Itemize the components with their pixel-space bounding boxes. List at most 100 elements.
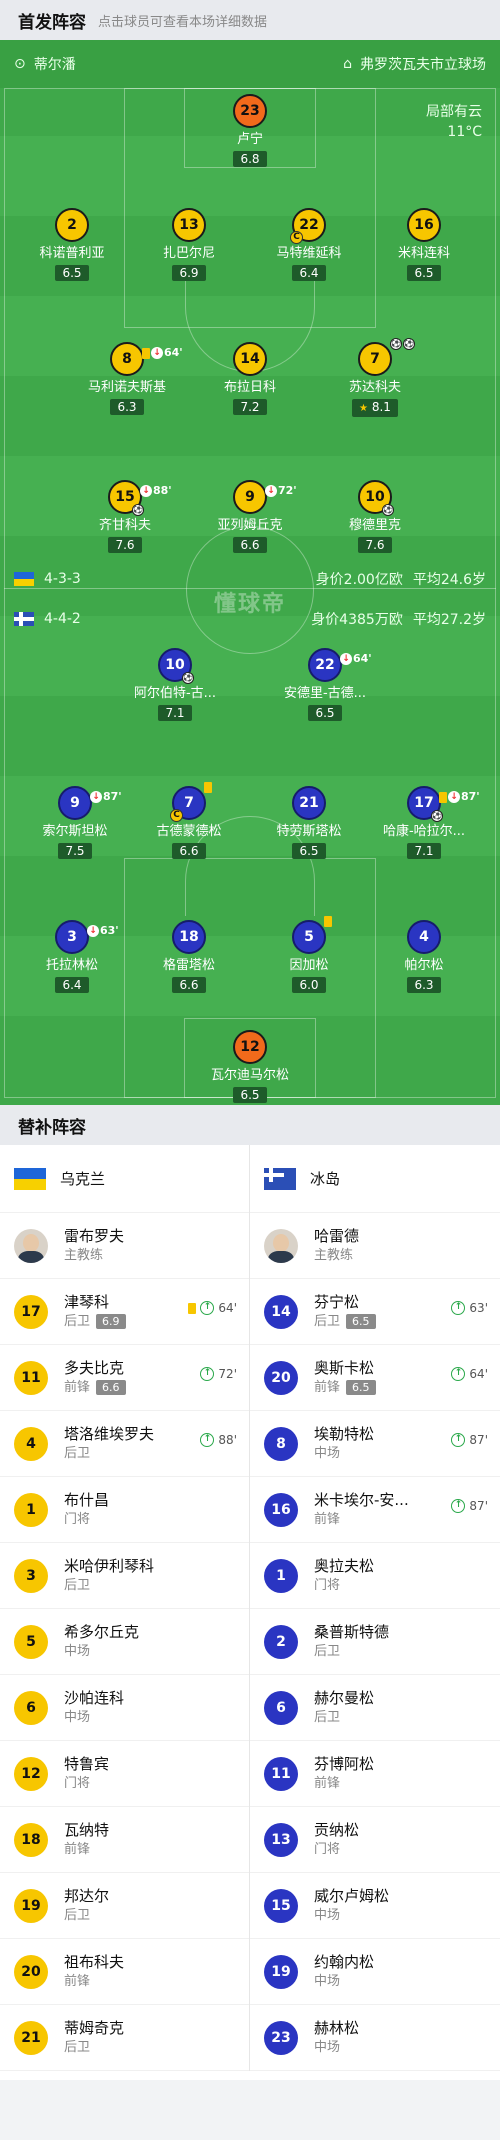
player-name: 邦达尔 <box>64 1886 110 1905</box>
player-name: 埃勒特松 <box>314 1424 375 1443</box>
player-ua-9[interactable]: 9 ↓ 72' 亚列姆丘克 6.6 <box>185 480 315 553</box>
player-ua-16[interactable]: 16 米科连科 6.5 <box>359 208 489 281</box>
coach-row[interactable]: 哈雷德 主教练 <box>250 1213 500 1279</box>
player-rating: 6.5 <box>308 705 342 721</box>
player-number: 17 <box>14 1294 48 1329</box>
player-name: 苏达科夫 <box>348 380 401 395</box>
sub-player-row[interactable]: 5 希多尔丘克 中场 <box>0 1609 249 1675</box>
player-ua-7[interactable]: 7 ⚽ ⚽ 苏达科夫 ★ 8.1 <box>310 338 440 417</box>
coach-row[interactable]: 雷布罗夫 主教练 <box>0 1213 249 1279</box>
player-position: 前锋 <box>314 1511 341 1527</box>
player-is-5[interactable]: 5 因加松 6.0 <box>244 916 374 993</box>
player-rating: 6.5 <box>55 265 89 281</box>
sub-out-icon: ↓ <box>265 485 277 497</box>
sub-player-row[interactable]: 11 多夫比克 前锋 6.6 ↑ 72' <box>0 1345 249 1411</box>
sub-player-row[interactable]: 20 祖布科夫 前锋 <box>0 1939 249 2005</box>
sub-player-row[interactable]: 11 芬博阿松 前锋 <box>250 1741 500 1807</box>
player-number: 18 <box>172 920 206 954</box>
sub-player-row[interactable]: 13 贡纳松 门将 <box>250 1807 500 1873</box>
player-rating: 7.1 <box>158 705 192 721</box>
sub-player-row[interactable]: 6 赫尔曼松 后卫 <box>250 1675 500 1741</box>
sub-player-row[interactable]: 16 米卡埃尔-安... 前锋 ↑ 87' <box>250 1477 500 1543</box>
player-number: 9 <box>245 489 255 505</box>
player-number: 13 <box>172 208 206 242</box>
iceland-flag-icon <box>264 1167 296 1190</box>
away-team-summary: 4-4-2 身价4385万欧 平均27.2岁 <box>0 604 500 634</box>
player-name: 塔洛维埃罗夫 <box>64 1424 155 1443</box>
sub-player-row[interactable]: 3 米哈伊利琴科 后卫 <box>0 1543 249 1609</box>
captain-badge: C <box>170 809 183 822</box>
player-name: 托拉林松 <box>45 958 98 973</box>
player-rating: 6.6 <box>172 843 206 859</box>
player-is-18[interactable]: 18 格雷塔松 6.6 <box>124 920 254 993</box>
coach-name: 雷布罗夫 <box>64 1226 125 1245</box>
sub-player-row[interactable]: 14 芬宁松 后卫 6.5 ↑ 63' <box>250 1279 500 1345</box>
player-name: 格雷塔松 <box>162 958 215 973</box>
player-name: 贡纳松 <box>314 1820 360 1839</box>
assist-icon: ⚽ <box>431 810 443 822</box>
player-is-4[interactable]: 4 帕尔松 6.3 <box>359 920 489 993</box>
player-name: 穆德里克 <box>348 518 401 533</box>
sub-player-row[interactable]: 17 津琴科 后卫 6.9 ↑ 64' <box>0 1279 249 1345</box>
away-value: 身价4385万欧 <box>311 612 403 628</box>
player-ua-15[interactable]: 15 ↓ 88' ⚽ 齐甘科夫 7.6 <box>60 480 190 553</box>
player-number: 11 <box>264 1756 298 1791</box>
player-is-17[interactable]: 17 ↓ 87' ⚽ 哈康-哈拉尔... 7.1 <box>359 786 489 859</box>
player-number: 15 <box>115 489 135 505</box>
player-is-21[interactable]: 21 特劳斯塔松 6.5 <box>244 786 374 859</box>
whistle-icon: ⊙ <box>14 56 26 72</box>
sub-player-row[interactable]: 21 蒂姆奇克 后卫 <box>0 2005 249 2071</box>
player-ua-13[interactable]: 13 扎巴尔尼 6.9 <box>124 208 254 281</box>
player-is-12[interactable]: 12 瓦尔迪马尔松 6.5 <box>185 1030 315 1103</box>
sub-player-row[interactable]: 19 约翰内松 中场 <box>250 1939 500 2005</box>
match-info-bar: ⊙ 蒂尔潘 ⌂ 弗罗茨瓦夫市立球场 <box>0 40 500 88</box>
player-name: 瓦纳特 <box>64 1820 110 1839</box>
player-ua-23[interactable]: 23 卢宁 6.8 <box>185 94 315 167</box>
player-ua-8[interactable]: 8 ↓ 64' 马利诺夫斯基 6.3 <box>62 342 192 415</box>
sub-player-row[interactable]: 20 奥斯卡松 前锋 6.5 ↑ 64' <box>250 1345 500 1411</box>
sub-minute: 88' <box>218 1433 237 1447</box>
home-avg-age: 平均24.6岁 <box>412 572 486 588</box>
player-is-7[interactable]: 7 C 古德蒙德松 6.6 <box>124 782 254 859</box>
sub-player-row[interactable]: 18 瓦纳特 前锋 <box>0 1807 249 1873</box>
sub-player-row[interactable]: 15 威尔卢姆松 中场 <box>250 1873 500 1939</box>
sub-player-row[interactable]: 6 沙帕连科 中场 <box>0 1675 249 1741</box>
player-is-3[interactable]: 3 ↓ 63' 托拉林松 6.4 <box>7 920 137 993</box>
sub-out-icon: ↓ <box>151 347 163 359</box>
player-ua-10[interactable]: 10 ⚽ 穆德里克 7.6 <box>310 480 440 553</box>
sub-player-row[interactable]: 23 赫林松 中场 <box>250 2005 500 2071</box>
sub-player-row[interactable]: 2 桑普斯特德 后卫 <box>250 1609 500 1675</box>
player-number: 12 <box>233 1030 267 1064</box>
sub-player-row[interactable]: 8 埃勒特松 中场 ↑ 87' <box>250 1411 500 1477</box>
player-rating: 6.4 <box>55 977 89 993</box>
team-header: 乌克兰 <box>0 1145 249 1213</box>
coach-role: 主教练 <box>314 1247 354 1263</box>
player-rating: 6.4 <box>292 265 326 281</box>
player-is-22[interactable]: 22 ↓ 64' 安德里-古德... 6.5 <box>260 648 390 721</box>
player-name: 米哈伊利琴科 <box>64 1556 155 1575</box>
home-team-summary: 4-3-3 身价2.00亿欧 平均24.6岁 <box>0 564 500 594</box>
yellow-card-icon <box>324 916 332 927</box>
lineup-title: 首发阵容 <box>18 12 86 33</box>
player-is-10[interactable]: 10 ⚽ 阿尔伯特-古... 7.1 <box>110 648 240 721</box>
sub-player-row[interactable]: 4 塔洛维埃罗夫 后卫 ↑ 88' <box>0 1411 249 1477</box>
stadium-icon: ⌂ <box>343 56 352 72</box>
player-rating: 8.1 <box>371 400 391 414</box>
player-name: 祖布科夫 <box>64 1952 125 1971</box>
player-rating: 6.5 <box>292 843 326 859</box>
player-number: 2 <box>55 208 89 242</box>
sub-player-row[interactable]: 1 奥拉夫松 门将 <box>250 1543 500 1609</box>
event-minute: 72' <box>278 484 297 497</box>
player-name: 安德里-古德... <box>283 686 367 701</box>
player-number: 16 <box>264 1492 298 1527</box>
player-ua-22[interactable]: 22 C 马特维延科 6.4 <box>244 208 374 281</box>
player-rating: 6.0 <box>292 977 326 993</box>
player-ua-2[interactable]: 2 科诺普利亚 6.5 <box>7 208 137 281</box>
sub-player-row[interactable]: 1 布什昌 门将 <box>0 1477 249 1543</box>
venue-name: 弗罗茨瓦夫市立球场 <box>360 57 486 73</box>
player-number: 6 <box>264 1690 298 1725</box>
sub-player-row[interactable]: 12 特鲁宾 门将 <box>0 1741 249 1807</box>
player-ua-14[interactable]: 14 布拉日科 7.2 <box>185 342 315 415</box>
player-is-9[interactable]: 9 ↓ 87' 索尔斯坦松 7.5 <box>10 786 140 859</box>
sub-player-row[interactable]: 19 邦达尔 后卫 <box>0 1873 249 1939</box>
